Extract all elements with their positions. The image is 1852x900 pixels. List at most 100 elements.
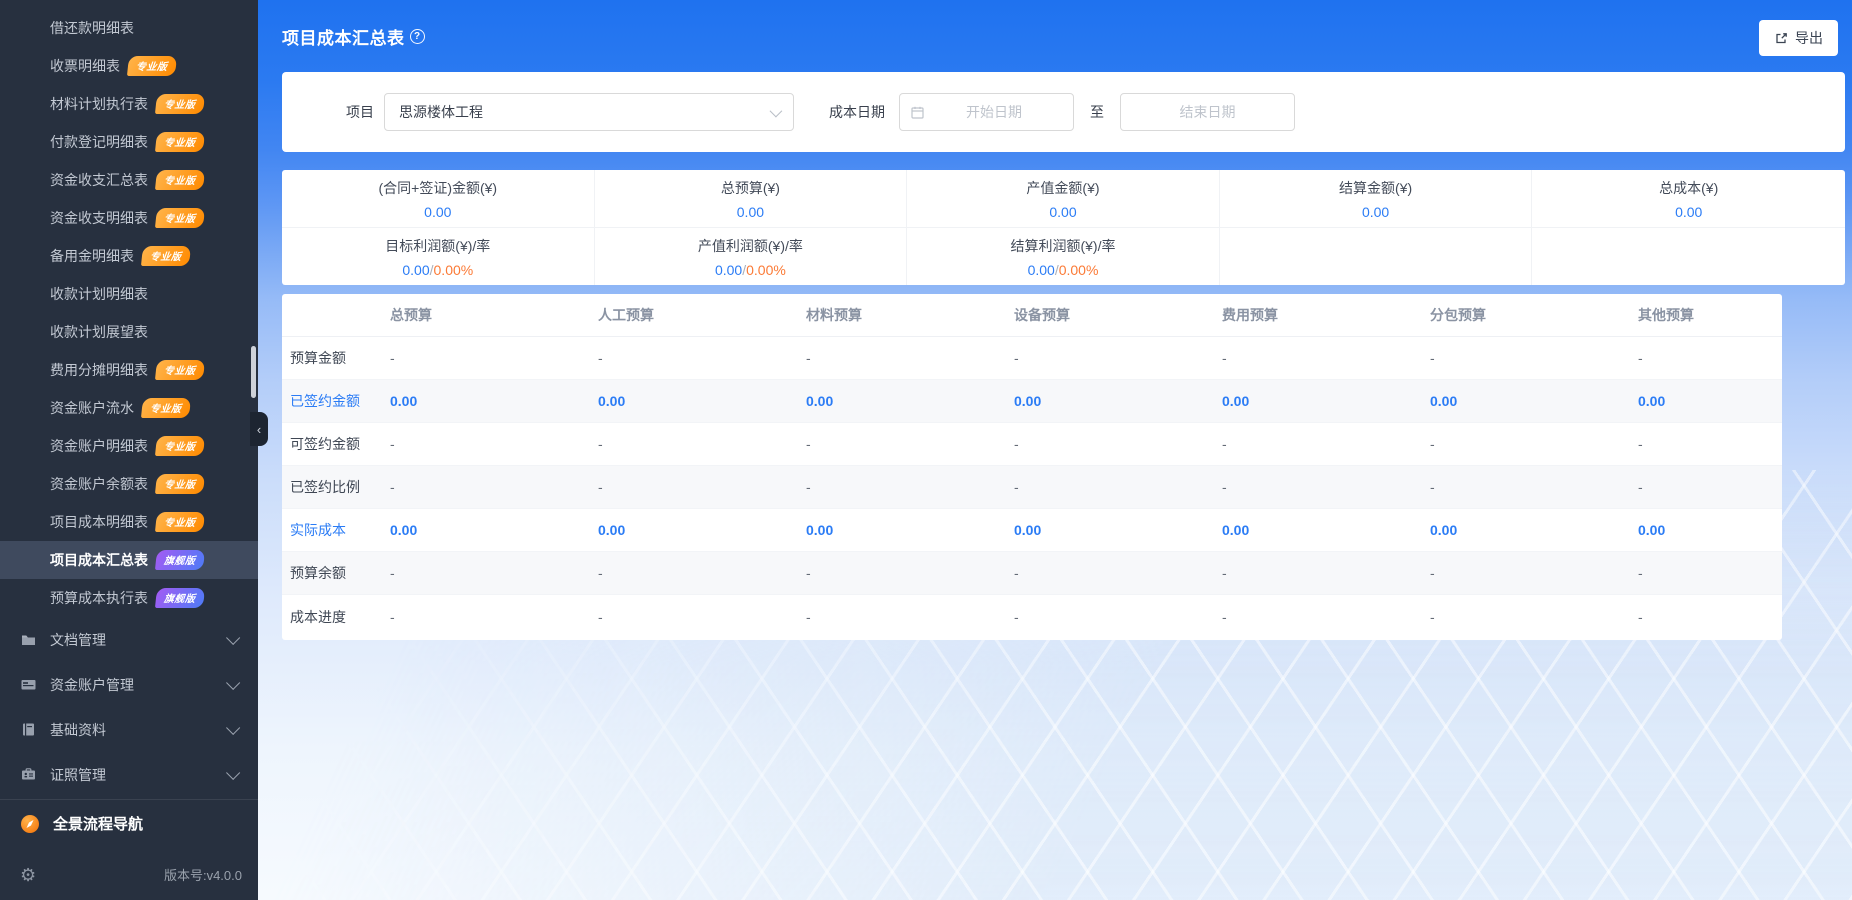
profit-stat-card: 产值利润额(¥)/率 0.00/0.00% [595,228,908,285]
sidebar-item[interactable]: 备用金明细表 专业版 [0,237,258,275]
cell-value: - [1430,608,1435,625]
cell-value-link[interactable]: 0.00 [798,393,1006,409]
cost-summary-table: 总预算 人工预算 材料预算 设备预算 费用预算 分包预算 其他预算 预算金额 - - - - - - - 已… [282,294,1782,640]
stat-card: 总预算(¥) 0.00 [595,170,908,227]
cell-value-link[interactable]: 0.00 [382,393,590,409]
sidebar-item[interactable]: 收款计划展望表 [0,313,258,351]
content-header: 项目成本汇总表 ? 导出 [258,0,1852,72]
table-column-header: 其他预算 [1638,307,1694,323]
cell-value-link[interactable]: 0.00 [1006,393,1214,409]
sidebar-item[interactable]: 资金收支明细表 专业版 [0,199,258,237]
table-column-header: 分包预算 [1430,307,1486,323]
help-icon[interactable]: ? [409,28,425,44]
gear-icon[interactable]: ⚙ [20,866,36,884]
cell-value-link[interactable]: 0.00 [1422,522,1630,538]
sidebar-group-label: 证照管理 [50,766,106,783]
sidebar-group-certificate[interactable]: 证照管理 [0,752,258,797]
profit-rate: 0.00% [746,261,786,278]
cell-value-link[interactable]: 0.00 [1006,522,1214,538]
sidebar-menu-list: 借还款明细表 收票明细表 专业版 材料计划执行表 专业版 付款登记明细表 专业版 资金收支汇总… [0,0,258,617]
sidebar-item[interactable]: 付款登记明细表 专业版 [0,123,258,161]
end-date-input[interactable]: 结束日期 [1120,93,1295,131]
sidebar-scrollbar-thumb[interactable] [251,346,256,398]
cell-value: - [806,608,811,625]
stat-card: 结算金额(¥) 0.00 [1220,170,1533,227]
cell-value: - [1222,608,1227,625]
calendar-icon [910,105,925,120]
sidebar-item[interactable]: 资金账户流水 专业版 [0,389,258,427]
sidebar-item-label: 项目成本明细表 [50,514,148,530]
pro-badge: 专业版 [154,474,205,494]
cell-value: - [806,479,811,495]
sidebar-item[interactable]: 借还款明细表 [0,9,258,47]
sidebar-item[interactable]: 预算成本执行表 旗舰版 [0,579,258,617]
cell-value: - [1430,565,1435,581]
sidebar-group-card[interactable]: 资金账户管理 [0,662,258,707]
sidebar-item[interactable]: 收票明细表 专业版 [0,47,258,85]
sidebar: 借还款明细表 收票明细表 专业版 材料计划执行表 专业版 付款登记明细表 专业版 资金收支汇总… [0,0,258,900]
card-icon [20,676,37,693]
table-column-header: 设备预算 [1014,307,1070,323]
empty-stat-card [1220,228,1533,285]
cell-value: - [1222,350,1227,366]
table-column-header: 材料预算 [806,307,862,323]
cell-value-link[interactable]: 0.00 [798,522,1006,538]
pro-badge: 专业版 [154,132,205,152]
sidebar-item[interactable]: 费用分摊明细表 专业版 [0,351,258,389]
filter-card: 项目 思源楼体工程 成本日期 开始日期 至 结束日期 [282,72,1845,152]
sidebar-item-label: 收款计划明细表 [50,286,148,302]
cell-value: - [598,565,603,581]
cell-value: - [1014,608,1019,625]
date-range-separator: 至 [1090,104,1104,120]
row-label-link[interactable]: 已签约金额 [282,391,382,411]
sidebar-group-folder[interactable]: 文档管理 [0,617,258,662]
export-button[interactable]: 导出 [1759,20,1838,56]
cell-value-link[interactable]: 0.00 [590,393,798,409]
sidebar-collapse-button[interactable]: ‹ [250,412,268,446]
stats-row-amounts: (合同+签证)金额(¥) 0.00 总预算(¥) 0.00 产值金额(¥) 0.00 结算金… [282,170,1845,228]
sidebar-item[interactable]: 资金账户余额表 专业版 [0,465,258,503]
sidebar-item-selected[interactable]: 项目成本汇总表 旗舰版 [0,541,258,579]
cell-value: - [1222,565,1227,581]
cell-value-link[interactable]: 0.00 [1422,393,1630,409]
sidebar-item-label: 费用分摊明细表 [50,362,148,378]
profit-amount: 0.00 [1027,261,1055,278]
sidebar-item[interactable]: 材料计划执行表 专业版 [0,85,258,123]
cell-value-link[interactable]: 0.00 [1630,522,1782,538]
pro-badge: 专业版 [140,398,191,418]
sidebar-item[interactable]: 收款计划明细表 [0,275,258,313]
table-row: 预算余额 - - - - - - - [282,552,1782,595]
sidebar-group-label: 文档管理 [50,631,106,648]
cell-value-link[interactable]: 0.00 [382,522,590,538]
profit-amount: 0.00 [714,261,743,278]
project-select[interactable]: 思源楼体工程 [384,93,794,131]
empty-stat-card [1532,228,1845,285]
sidebar-item-label: 借还款明细表 [50,20,134,36]
start-date-input[interactable]: 开始日期 [899,93,1074,131]
cell-value-link[interactable]: 0.00 [1214,522,1422,538]
cell-value-link[interactable]: 0.00 [1214,393,1422,409]
sidebar-item-panorama-navigation[interactable]: 全景流程导航 [0,800,258,847]
cell-value: - [390,350,395,366]
sidebar-item[interactable]: 项目成本明细表 专业版 [0,503,258,541]
cell-value-link[interactable]: 0.00 [590,522,798,538]
end-date-placeholder: 结束日期 [1179,104,1236,120]
cell-value: - [1014,565,1019,581]
sidebar-item[interactable]: 资金收支汇总表 专业版 [0,161,258,199]
table-row: 可签约金额 - - - - - - - [282,423,1782,466]
row-label: 预算余额 [290,565,346,581]
table-column-header: 费用预算 [1222,307,1278,323]
pro-badge: 专业版 [154,208,205,228]
stat-card: (合同+签证)金额(¥) 0.00 [282,170,595,227]
sidebar-group-label: 基础资料 [50,721,106,738]
table-column-header: 总预算 [390,307,432,323]
row-label-link[interactable]: 实际成本 [282,520,382,540]
stat-card: 总成本(¥) 0.00 [1532,170,1845,227]
sidebar-item[interactable]: 资金账户明细表 专业版 [0,427,258,465]
cell-value-link[interactable]: 0.00 [1630,393,1782,409]
sidebar-item-label: 材料计划执行表 [50,96,148,112]
sidebar-group-book[interactable]: 基础资料 [0,707,258,752]
stat-label: 产值利润额(¥)/率 [697,237,803,254]
page-title: 项目成本汇总表 [282,28,405,48]
table-column-header: 人工预算 [598,307,654,323]
